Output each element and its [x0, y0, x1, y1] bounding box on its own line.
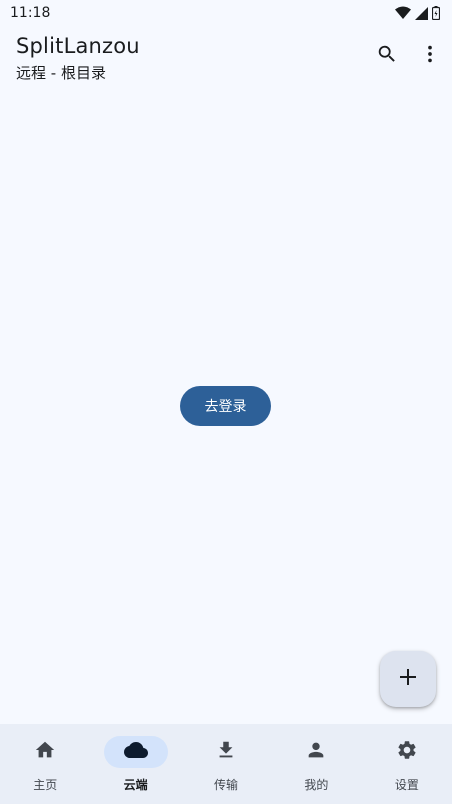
settings-icon — [396, 739, 418, 765]
bottom-navigation: 主页 云端 传输 我的 设置 — [0, 724, 452, 804]
nav-indicator — [103, 736, 168, 768]
status-icons — [395, 6, 440, 20]
nav-indicator — [13, 736, 77, 768]
person-icon — [305, 739, 327, 765]
status-bar: 11:18 — [0, 0, 452, 26]
battery-icon — [432, 6, 440, 20]
current-path-subtitle: 远程 - 根目录 — [16, 64, 106, 82]
nav-indicator — [194, 736, 258, 768]
app-title: SplitLanzou — [16, 34, 140, 58]
nav-label: 我的 — [304, 778, 329, 792]
add-icon — [398, 667, 418, 691]
nav-item-cloud[interactable]: 云端 — [90, 724, 180, 804]
search-button[interactable] — [367, 38, 407, 74]
more-options-button[interactable] — [410, 38, 450, 74]
nav-label: 传输 — [214, 778, 239, 792]
top-app-bar: SplitLanzou 远程 - 根目录 — [0, 26, 452, 88]
nav-item-transfer[interactable]: 传输 — [181, 724, 271, 804]
cell-signal-icon — [415, 6, 428, 20]
nav-item-home[interactable]: 主页 — [0, 724, 90, 804]
search-icon — [376, 43, 398, 69]
more-vert-icon — [419, 43, 441, 69]
login-button[interactable]: 去登录 — [180, 386, 271, 426]
nav-item-settings[interactable]: 设置 — [362, 724, 452, 804]
add-fab[interactable] — [380, 651, 436, 707]
download-icon — [215, 739, 237, 765]
nav-label: 设置 — [394, 778, 419, 792]
nav-indicator — [284, 736, 348, 768]
nav-item-mine[interactable]: 我的 — [271, 724, 361, 804]
nav-indicator — [375, 736, 439, 768]
status-time: 11:18 — [10, 5, 51, 21]
home-icon — [34, 739, 56, 765]
wifi-icon — [395, 6, 411, 20]
nav-label: 主页 — [33, 778, 58, 792]
cloud-icon — [123, 738, 148, 766]
nav-label: 云端 — [123, 778, 148, 792]
